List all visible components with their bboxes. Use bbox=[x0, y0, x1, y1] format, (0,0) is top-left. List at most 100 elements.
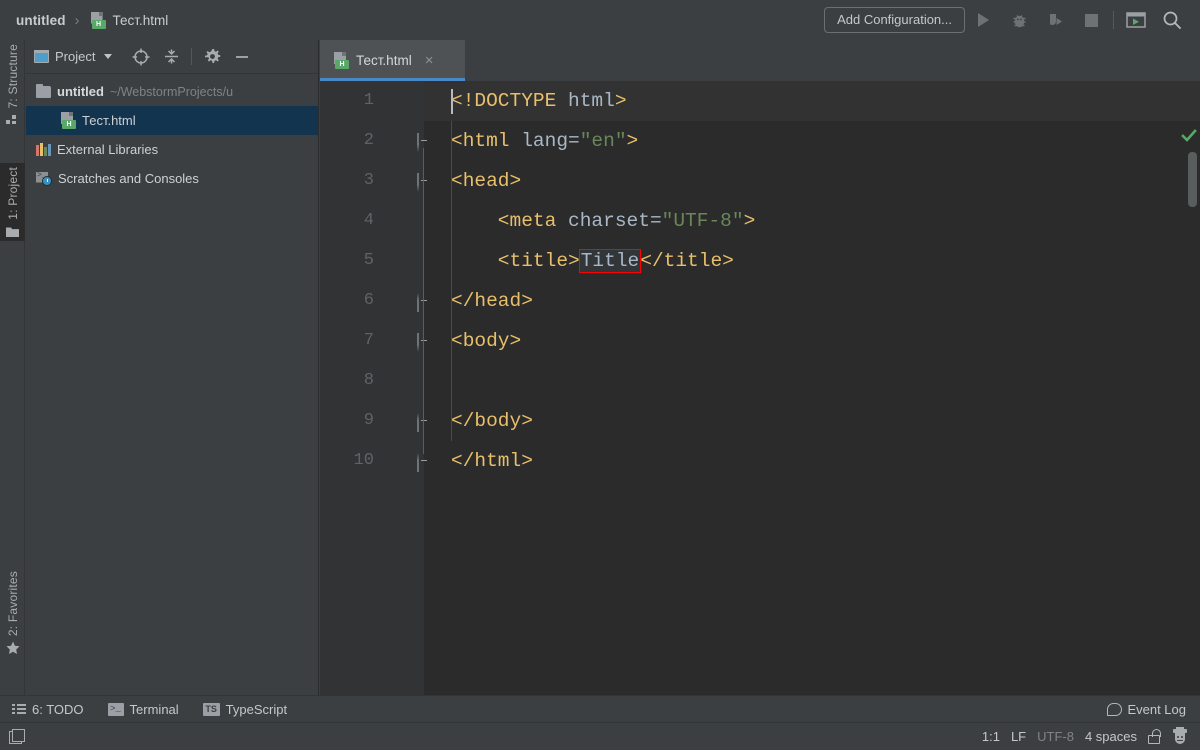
chevron-down-icon[interactable] bbox=[104, 54, 112, 59]
code-token: <body> bbox=[451, 330, 521, 352]
tab-test-html[interactable]: H Тест.html × bbox=[320, 40, 465, 81]
external-libraries-icon bbox=[36, 143, 51, 156]
caret-position[interactable]: 1:1 bbox=[982, 729, 1000, 744]
project-folder-icon bbox=[6, 225, 19, 238]
breadcrumb-file[interactable]: Тест.html bbox=[113, 13, 169, 28]
code-token: lang= bbox=[521, 130, 580, 152]
code-token: > bbox=[615, 90, 627, 112]
code-line-10[interactable]: </html> bbox=[424, 441, 1200, 481]
sidebar-item-project[interactable]: 1: Project bbox=[0, 163, 25, 241]
code-line-2[interactable]: <html lang="en"> bbox=[424, 121, 1200, 161]
terminal-icon: >_ bbox=[108, 703, 124, 716]
run-icon[interactable] bbox=[965, 4, 1001, 36]
code-line-5[interactable]: <title>Title</title> bbox=[424, 241, 1200, 281]
code-content[interactable]: <!DOCTYPE html><html lang="en"> <head> <m… bbox=[424, 81, 1200, 695]
structure-icon bbox=[6, 113, 19, 126]
tree-node-untitled-label: untitled bbox=[57, 84, 104, 99]
status-bar-left bbox=[0, 729, 25, 745]
code-line-7[interactable]: <body> bbox=[424, 321, 1200, 361]
panel-divider bbox=[191, 48, 192, 65]
tree-node-test-html[interactable]: H Тест.html bbox=[26, 106, 318, 135]
code-editor[interactable]: 12345678910 <!DOCTYPE html><html lang="e… bbox=[320, 81, 1200, 695]
editor-scrollbar[interactable] bbox=[1184, 122, 1200, 736]
tool-button-terminal[interactable]: >_ Terminal bbox=[96, 696, 191, 723]
html-file-icon: H bbox=[59, 112, 76, 129]
tree-node-untitled[interactable]: untitled ~/WebstormProjects/u bbox=[26, 77, 318, 106]
code-token: </body> bbox=[451, 410, 533, 432]
sidebar-item-structure[interactable]: 7: Structure bbox=[0, 40, 25, 129]
code-token: > bbox=[627, 130, 639, 152]
editor-area: H Тест.html × 12345678910 <!DOCTYPE html… bbox=[320, 40, 1200, 695]
code-line-6[interactable]: </head> bbox=[424, 281, 1200, 321]
tree-node-external-libraries-label: External Libraries bbox=[57, 142, 158, 157]
project-window-icon bbox=[34, 50, 49, 63]
tool-button-typescript[interactable]: TS TypeScript bbox=[191, 696, 299, 723]
sidebar-item-project-label: 1: Project bbox=[6, 167, 20, 220]
settings-gear-icon[interactable] bbox=[197, 42, 227, 72]
line-number: 5 bbox=[320, 241, 380, 281]
code-token: </head> bbox=[451, 290, 533, 312]
code-token: <meta bbox=[451, 210, 568, 232]
indent-setting[interactable]: 4 spaces bbox=[1085, 729, 1137, 744]
tool-button-event-log[interactable]: Event Log bbox=[1107, 702, 1200, 717]
code-line-8[interactable] bbox=[424, 361, 1200, 401]
project-tool-window: Project bbox=[26, 40, 319, 695]
html-file-icon: H bbox=[89, 12, 106, 29]
code-token: <title> bbox=[451, 250, 580, 272]
status-bar: 1:1 LF UTF-8 4 spaces bbox=[0, 722, 1200, 750]
browser-preview-icon[interactable] bbox=[1118, 4, 1154, 36]
line-number: 3 bbox=[320, 161, 380, 201]
windows-icon[interactable] bbox=[9, 729, 25, 745]
code-line-9[interactable]: </body> bbox=[424, 401, 1200, 441]
code-token: </title> bbox=[640, 250, 734, 272]
todo-list-icon bbox=[12, 704, 26, 714]
html-file-icon: H bbox=[332, 52, 349, 69]
scratches-icon bbox=[36, 172, 52, 186]
code-line-1[interactable]: <!DOCTYPE html> bbox=[424, 81, 1200, 121]
line-number: 7 bbox=[320, 321, 380, 361]
text-caret bbox=[451, 89, 453, 114]
code-line-3[interactable]: <head> bbox=[424, 161, 1200, 201]
line-number: 2 bbox=[320, 121, 380, 161]
run-with-coverage-icon[interactable] bbox=[1037, 4, 1073, 36]
collapse-all-icon[interactable] bbox=[156, 42, 186, 72]
code-token: html bbox=[568, 90, 615, 112]
read-write-lock-icon[interactable] bbox=[1148, 729, 1161, 744]
breadcrumb-project[interactable]: untitled bbox=[16, 13, 66, 28]
hide-icon[interactable] bbox=[227, 42, 257, 72]
tool-button-todo[interactable]: 6: TODO bbox=[0, 696, 96, 723]
tool-button-typescript-label: TypeScript bbox=[226, 702, 287, 717]
run-toolbar: Add Configuration... bbox=[824, 4, 1200, 36]
tab-test-html-label: Тест.html bbox=[356, 53, 412, 68]
html-badge-label: H bbox=[335, 60, 349, 69]
search-everywhere-icon[interactable] bbox=[1154, 4, 1190, 36]
tree-node-scratches[interactable]: Scratches and Consoles bbox=[26, 164, 318, 193]
breadcrumb: untitled › H Тест.html bbox=[0, 12, 168, 29]
tree-node-scratches-label: Scratches and Consoles bbox=[58, 171, 199, 186]
stop-icon[interactable] bbox=[1073, 4, 1109, 36]
tree-node-test-html-label: Тест.html bbox=[82, 113, 136, 128]
close-icon[interactable]: × bbox=[425, 53, 434, 68]
project-view-selector[interactable]: Project bbox=[34, 49, 118, 64]
highlighted-title-text: Title bbox=[579, 249, 642, 273]
line-number: 8 bbox=[320, 361, 380, 401]
sidebar-item-favorites[interactable]: 2: Favorites bbox=[0, 567, 25, 657]
code-token: > bbox=[744, 210, 756, 232]
add-configuration-button[interactable]: Add Configuration... bbox=[824, 7, 965, 33]
webstorm-window: untitled › H Тест.html Add Configuration… bbox=[0, 0, 1200, 750]
ok-checkmark-icon[interactable] bbox=[1181, 128, 1197, 144]
code-line-4[interactable]: <meta charset="UTF-8"> bbox=[424, 201, 1200, 241]
file-encoding[interactable]: UTF-8 bbox=[1037, 729, 1074, 744]
hector-inspector-icon[interactable] bbox=[1172, 729, 1188, 745]
debug-icon[interactable] bbox=[1001, 4, 1037, 36]
select-opened-file-icon[interactable] bbox=[126, 42, 156, 72]
code-token: <head> bbox=[451, 170, 521, 192]
tree-node-external-libraries[interactable]: External Libraries bbox=[26, 135, 318, 164]
sidebar-item-structure-label: 7: Structure bbox=[6, 44, 20, 108]
folder-icon bbox=[36, 86, 51, 98]
line-number: 9 bbox=[320, 401, 380, 441]
line-separator[interactable]: LF bbox=[1011, 729, 1026, 744]
breadcrumb-separator: › bbox=[73, 12, 82, 29]
star-icon bbox=[6, 641, 19, 654]
scrollbar-thumb[interactable] bbox=[1188, 152, 1197, 207]
